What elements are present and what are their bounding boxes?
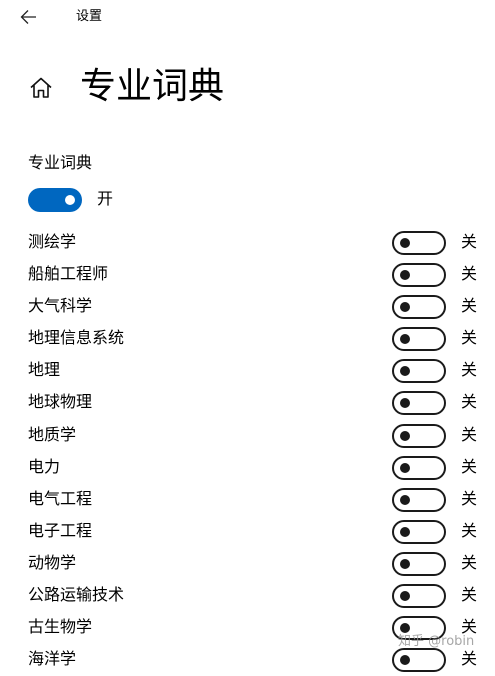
dictionary-state: 关 [461,552,478,572]
dictionary-state: 关 [461,456,478,476]
dictionary-state: 关 [461,617,478,637]
dictionary-toggle[interactable] [392,391,446,416]
toggle-knob [400,398,410,409]
toggle-knob [400,238,410,248]
dictionary-toggle[interactable] [392,423,446,448]
page-header: 专业词典 [0,58,495,118]
dictionary-state: 关 [461,328,478,348]
dictionary-name: 古生物学 [28,617,93,637]
dictionary-state: 关 [461,392,478,412]
dictionary-state: 关 [461,649,478,669]
dictionary-name: 地理 [28,360,61,380]
title-bar: 设置 [0,0,495,34]
toggle-knob [400,430,410,441]
dictionary-name: 地球物理 [28,392,93,412]
toggle-knob [400,302,410,313]
dictionary-state: 关 [461,360,478,380]
dictionary-state: 关 [461,585,478,605]
dictionary-row: 大气科学 关 [0,291,495,323]
dictionary-row: 电力 关 [0,452,495,484]
toggle-knob [400,334,410,345]
master-toggle-switch[interactable] [28,188,82,212]
dictionary-state: 关 [461,296,478,316]
dictionary-row: 电子工程 关 [0,516,495,548]
dictionary-toggle[interactable] [392,584,446,609]
dictionary-row: 测绘学 关 [0,227,495,259]
window-title: 设置 [76,9,103,24]
dictionary-toggle[interactable] [392,648,446,673]
dictionary-state: 关 [461,488,478,508]
dictionary-name: 电力 [28,456,61,476]
dictionary-name: 电子工程 [28,520,93,540]
dictionary-state: 关 [461,520,478,540]
toggle-knob [400,558,410,569]
master-toggle-label: 专业词典 [28,153,93,172]
dictionary-row: 地理信息系统 关 [0,323,495,355]
dictionary-state: 关 [461,424,478,444]
dictionary-name: 公路运输技术 [28,585,125,605]
dictionary-toggle[interactable] [392,359,446,384]
dictionary-toggle[interactable] [392,551,446,576]
dictionary-toggle[interactable] [392,519,446,544]
back-arrow-icon [20,10,36,24]
dictionary-row: 动物学 关 [0,548,495,580]
toggle-knob [400,494,410,505]
dictionary-row: 地理 关 [0,355,495,387]
toggle-knob [400,366,410,377]
dictionary-row: 地质学 关 [0,420,495,452]
dictionary-name: 电气工程 [28,488,93,508]
dictionary-row: 海洋学 关 [0,644,495,676]
dictionary-toggle[interactable] [392,616,446,641]
dictionary-list: 测绘学 关 船舶工程师 关 大气科学 关 地理信息系统 关 地理 关 地球物理 … [0,227,495,676]
master-toggle-state: 开 [97,189,114,208]
dictionary-state: 关 [461,232,478,251]
toggle-knob [400,526,410,537]
dictionary-name: 海洋学 [28,649,77,669]
dictionary-name: 船舶工程师 [28,264,109,284]
toggle-knob [400,623,410,634]
dictionary-name: 大气科学 [28,296,93,316]
toggle-knob [400,270,410,281]
dictionary-row: 公路运输技术 关 [0,580,495,612]
toggle-knob [400,462,410,473]
dictionary-toggle[interactable] [392,231,446,255]
dictionary-toggle[interactable] [392,487,446,512]
page-title: 专业词典 [80,66,225,107]
dictionary-name: 地质学 [28,424,77,444]
dictionary-state: 关 [461,264,478,284]
dictionary-toggle[interactable] [392,455,446,480]
dictionary-toggle[interactable] [392,295,446,320]
dictionary-name: 地理信息系统 [28,328,125,348]
dictionary-row: 古生物学 关 [0,612,495,644]
dictionary-name: 测绘学 [28,232,77,251]
toggle-knob [65,195,75,205]
toggle-knob [400,591,410,602]
home-icon [30,77,52,98]
dictionary-name: 动物学 [28,552,77,572]
dictionary-row: 地球物理 关 [0,387,495,419]
dictionary-row: 电气工程 关 [0,484,495,516]
back-button[interactable] [18,6,40,28]
dictionary-toggle[interactable] [392,263,446,288]
dictionary-toggle[interactable] [392,327,446,352]
dictionary-row: 船舶工程师 关 [0,259,495,291]
